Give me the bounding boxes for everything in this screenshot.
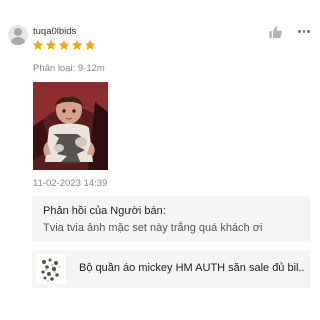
seller-reply-box: Phản hồi của Người bán: Tvia tvia ảnh mặ… (32, 196, 310, 242)
star-icon (84, 39, 96, 51)
variation-label: Phân loại: 9-12m (33, 63, 105, 74)
star-icon (58, 39, 70, 51)
review-timestamp: 11-02-2023 14:39 (33, 178, 108, 189)
star-icon (32, 39, 44, 51)
product-thumbnail (36, 254, 66, 284)
avatar-head (14, 28, 22, 36)
seller-reply-title: Phản hồi của Người bán: (43, 205, 166, 217)
more-options-icon[interactable] (298, 30, 310, 36)
reviewer-username[interactable]: tuqa0lbids (33, 26, 76, 37)
star-icon (71, 39, 83, 51)
review-photo[interactable] (33, 82, 108, 170)
thumbs-up-icon[interactable] (268, 25, 283, 40)
seller-reply-text: Tvia tvia ảnh mặc set này trắng quá khác… (43, 222, 263, 234)
avatar-body (11, 37, 25, 45)
product-name[interactable]: Bộ quần áo mickey HM AUTH săn sale đủ bi… (79, 262, 304, 274)
reviewer-avatar (8, 25, 28, 45)
rating-stars (32, 39, 96, 53)
product-link[interactable]: Bộ quần áo mickey HM AUTH săn sale đủ bi… (32, 250, 310, 288)
star-icon (45, 39, 57, 51)
